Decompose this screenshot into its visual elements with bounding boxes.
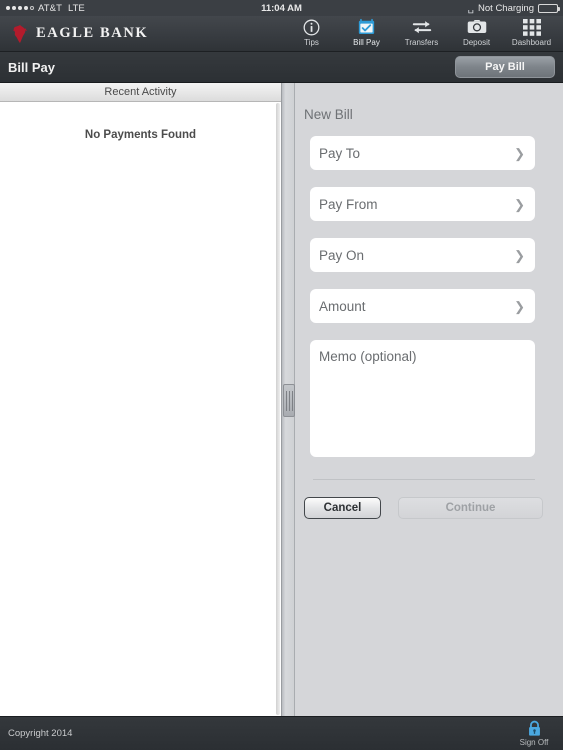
navigation-items: Tips Bill Pay Transfers Deposit Dashboar… — [284, 16, 559, 52]
camera-icon — [467, 18, 487, 37]
chevron-right-icon: ❯ — [514, 145, 525, 161]
nav-item-dashboard[interactable]: Dashboard — [504, 18, 559, 52]
copyright-label: Copyright 2014 — [8, 728, 73, 739]
nav-item-transfers[interactable]: Transfers — [394, 18, 449, 52]
form-label-amount: Amount — [319, 298, 366, 314]
left-panel-scrollbar[interactable] — [276, 103, 280, 715]
form-row-pay-from[interactable]: Pay From ❯ — [310, 187, 535, 221]
battery-icon — [538, 3, 560, 13]
nav-label-dashboard: Dashboard — [511, 37, 552, 47]
divider-drag-handle[interactable] — [283, 384, 295, 417]
transfer-arrows-icon — [412, 18, 432, 37]
nav-label-tips: Tips — [304, 37, 319, 47]
form-row-amount[interactable]: Amount ❯ — [310, 289, 535, 323]
recent-activity-panel: Recent Activity No Payments Found — [0, 83, 281, 716]
sign-off-label: Sign Off — [519, 738, 549, 747]
page-subheader: Bill Pay Pay Bill — [0, 52, 563, 83]
pay-bill-button[interactable]: Pay Bill — [455, 56, 555, 78]
chevron-right-icon: ❯ — [514, 247, 525, 263]
nav-item-tips[interactable]: Tips — [284, 18, 339, 52]
form-separator — [313, 479, 535, 480]
new-bill-panel: New Bill Pay To ❯ Pay From ❯ Pay On ❯ Am… — [295, 83, 563, 716]
status-bar: AT&T LTE 11:04 AM ␣ Not Charging — [0, 0, 563, 16]
form-label-pay-on: Pay On — [319, 247, 365, 263]
grid-icon — [522, 18, 541, 37]
nav-item-bill-pay[interactable]: Bill Pay — [339, 18, 394, 52]
new-bill-title: New Bill — [304, 107, 353, 122]
brand-name: EAGLE BANK — [36, 25, 149, 41]
continue-button[interactable]: Continue — [398, 497, 543, 519]
brand[interactable]: EAGLE BANK — [12, 24, 148, 44]
form-label-pay-to: Pay To — [319, 145, 361, 161]
content-area: Recent Activity No Payments Found New Bi… — [0, 83, 563, 716]
form-actions: Cancel Continue — [304, 497, 563, 519]
chevron-right-icon: ❯ — [514, 298, 525, 314]
form-row-pay-to[interactable]: Pay To ❯ — [310, 136, 535, 170]
form-row-pay-on[interactable]: Pay On ❯ — [310, 238, 535, 272]
app-window: AT&T LTE 11:04 AM ␣ Not Charging EAGLE B… — [0, 0, 563, 750]
footer: Copyright 2014 Sign Off — [0, 716, 563, 750]
calendar-check-icon — [358, 18, 375, 37]
sign-off-button[interactable]: Sign Off — [513, 720, 555, 747]
battery-status-label: Not Charging — [478, 2, 534, 14]
nav-label-transfers: Transfers — [404, 37, 439, 47]
bluetooth-icon: ␣ — [467, 2, 475, 14]
page-title: Bill Pay — [8, 59, 55, 75]
nav-label-deposit: Deposit — [462, 37, 491, 47]
navigation-bar: EAGLE BANK Tips Bill Pay Transfers Depos… — [0, 16, 563, 52]
status-bar-right: ␣ Not Charging — [467, 2, 560, 14]
lock-icon — [528, 720, 540, 736]
nav-item-deposit[interactable]: Deposit — [449, 18, 504, 52]
chevron-right-icon: ❯ — [514, 196, 525, 212]
nav-label-bill-pay: Bill Pay — [353, 37, 380, 47]
panel-divider — [281, 83, 295, 716]
recent-activity-header: Recent Activity — [0, 83, 281, 102]
memo-placeholder: Memo (optional) — [319, 349, 417, 364]
no-payments-message: No Payments Found — [84, 129, 197, 141]
eagle-logo-icon — [13, 24, 27, 43]
memo-field[interactable]: Memo (optional) — [310, 340, 535, 457]
info-circle-icon — [303, 18, 320, 37]
cancel-button[interactable]: Cancel — [304, 497, 381, 519]
new-bill-form: Pay To ❯ Pay From ❯ Pay On ❯ Amount ❯ Me… — [295, 136, 563, 519]
form-label-pay-from: Pay From — [319, 196, 378, 212]
